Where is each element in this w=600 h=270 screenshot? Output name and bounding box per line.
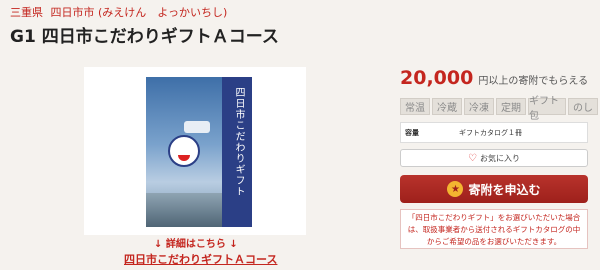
breadcrumb-city[interactable]: 四日市市 (みえけん よっかいちし): [51, 6, 228, 19]
price-row: 20,000 円以上の寄附でもらえる: [400, 67, 588, 89]
donate-button[interactable]: ★ 寄附を申込む: [400, 175, 588, 203]
mascot-graphic: [168, 135, 200, 167]
capacity-value: ギフトカタログ１冊: [459, 128, 522, 137]
capacity-row: 容量 ギフトカタログ１冊: [400, 122, 588, 143]
catalog-notice: 「四日市こだわりギフト」をお選びいただいた場合は、取扱事業者から送付されるギフト…: [400, 209, 588, 249]
price-amount: 20,000: [400, 67, 474, 89]
details-link[interactable]: ↓ 詳細はこちら ↓: [154, 235, 238, 250]
tag-refrigerated: 冷蔵: [432, 98, 462, 115]
tag-noshi: のし: [568, 98, 598, 115]
temperature-tags: 常温 冷蔵 冷凍 定期 ギフト包 のし: [400, 96, 600, 122]
ship-graphic: [184, 121, 210, 133]
tag-frozen: 冷凍: [464, 98, 494, 115]
tag-room-temp: 常温: [400, 98, 430, 115]
favorite-label: お気に入り: [479, 153, 520, 163]
gift-booklet-image: 四日市こだわりギフト: [146, 77, 252, 227]
city-skyline-graphic: [146, 193, 222, 227]
price-unit: 円以上の寄附でもらえる: [478, 76, 589, 87]
tag-subscription: 定期: [496, 98, 526, 115]
favorite-button[interactable]: ♡ お気に入り: [400, 149, 588, 167]
course-link[interactable]: 四日市こだわりギフトＡコース: [124, 251, 277, 267]
product-image-panel[interactable]: 四日市こだわりギフト: [84, 67, 306, 235]
capacity-label: 容量: [405, 128, 419, 137]
breadcrumb: 三重県 四日市市 (みえけん よっかいちし): [10, 4, 231, 20]
tag-gift-wrap: ギフト包: [528, 96, 566, 122]
booklet-title: 四日市こだわりギフト: [233, 87, 244, 197]
star-icon: ★: [447, 181, 464, 197]
page-title: G1 四日市こだわりギフトＡコース: [10, 27, 279, 47]
heart-icon: ♡: [468, 152, 477, 164]
donate-label: 寄附を申込む: [468, 182, 541, 197]
breadcrumb-prefecture[interactable]: 三重県: [10, 6, 43, 19]
